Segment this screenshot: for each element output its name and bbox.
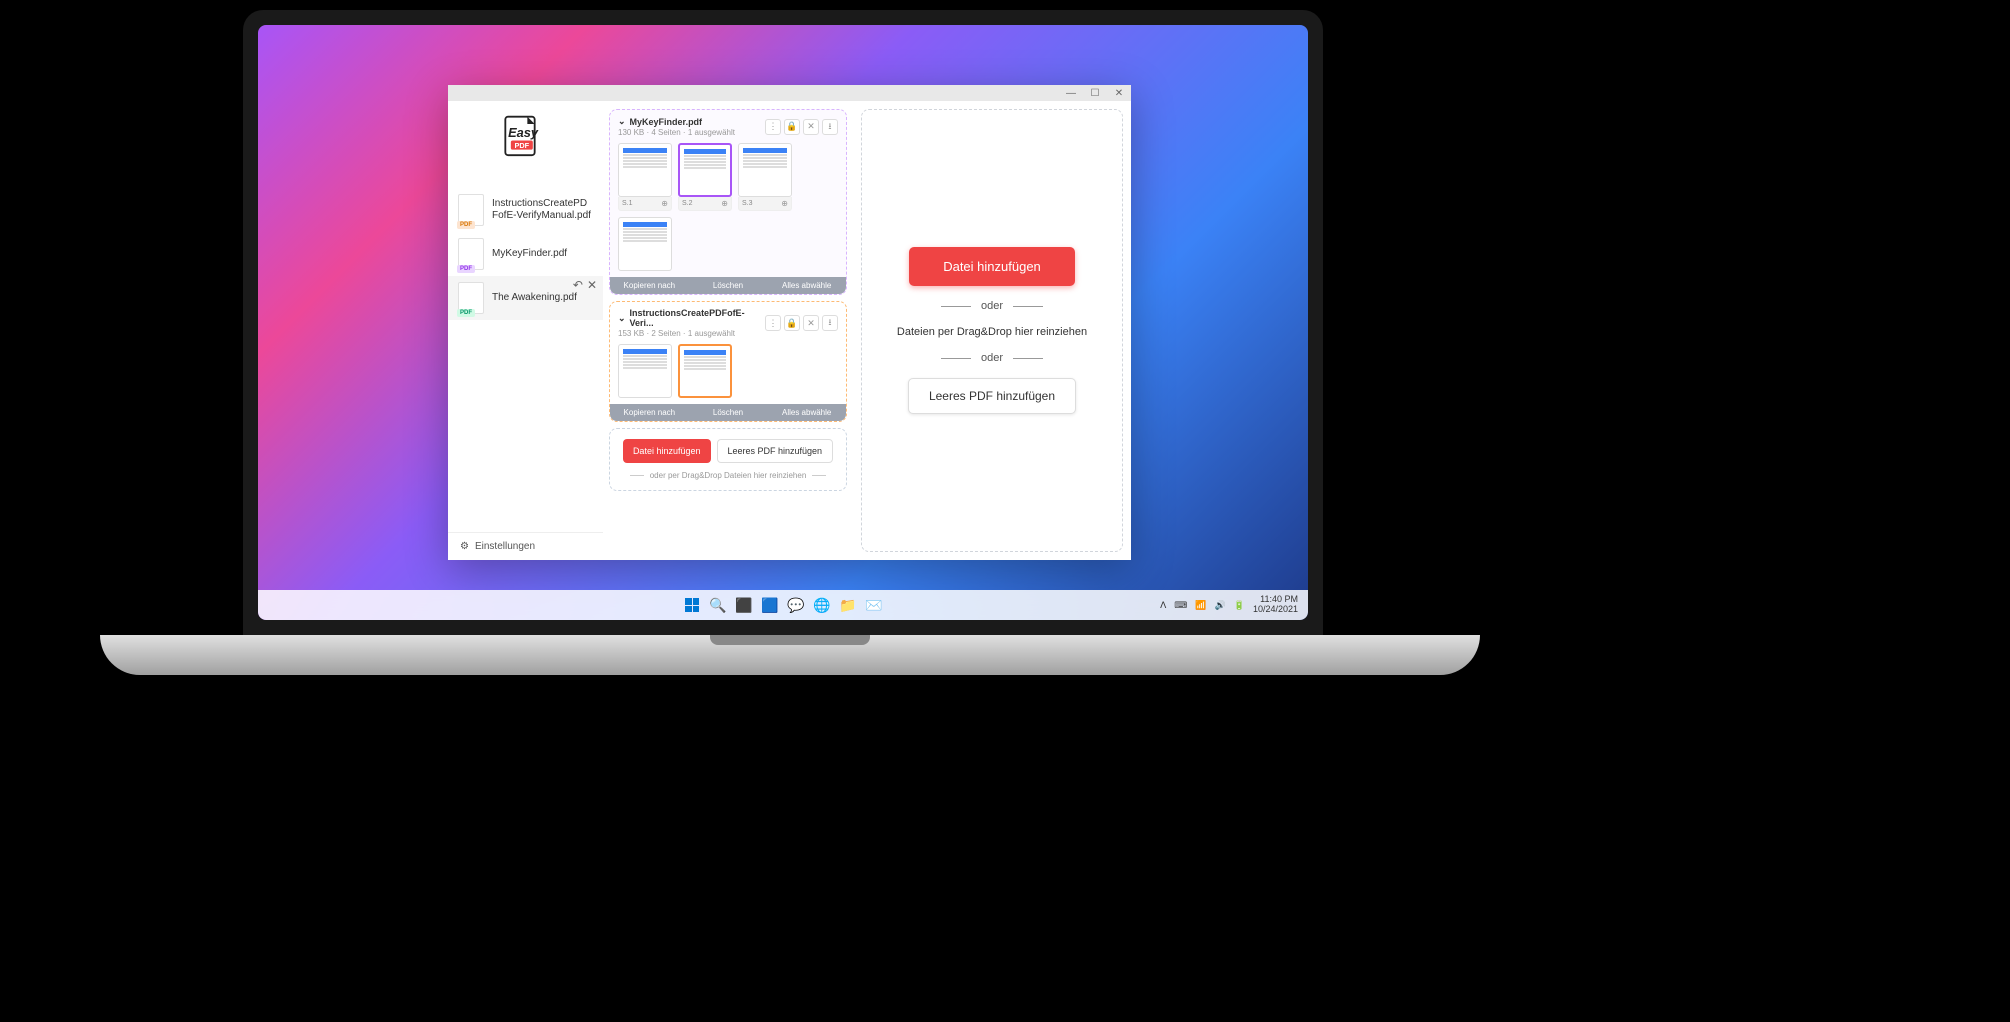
- pdf-badge: PDF: [457, 265, 475, 273]
- file-name-label: MyKeyFinder.pdf: [492, 248, 567, 260]
- explorer-icon[interactable]: 📁: [839, 596, 857, 614]
- date-text: 10/24/2021: [1253, 605, 1298, 615]
- file-thumb-icon: PDF: [458, 282, 484, 314]
- edge-icon[interactable]: 🌐: [813, 596, 831, 614]
- laptop-frame: — ☐ ✕ Easy PDF: [243, 10, 1323, 635]
- gear-icon: ⚙: [460, 541, 469, 552]
- sidebar-file-item[interactable]: PDF MyKeyFinder.pdf: [448, 232, 603, 276]
- add-file-button[interactable]: Datei hinzufügen: [909, 247, 1075, 286]
- tray-keyboard-icon[interactable]: ⌨: [1174, 600, 1187, 611]
- widgets-icon[interactable]: 🟦: [761, 596, 779, 614]
- volume-icon[interactable]: 🔊: [1215, 600, 1226, 611]
- easypdf-window: — ☐ ✕ Easy PDF: [448, 85, 1131, 560]
- tray-chevron-icon[interactable]: ᐱ: [1160, 600, 1166, 611]
- easypdf-logo-icon: Easy PDF: [498, 113, 553, 168]
- remove-icon[interactable]: ✕: [803, 119, 819, 135]
- desktop-screen: — ☐ ✕ Easy PDF: [258, 25, 1308, 620]
- download-icon[interactable]: ⭳: [822, 119, 838, 135]
- delete-button[interactable]: Löschen: [689, 277, 768, 294]
- zoom-icon[interactable]: ⊕: [781, 199, 788, 208]
- chat-icon[interactable]: 💬: [787, 596, 805, 614]
- sidebar: Easy PDF PDF InstructionsCreatePDFofE-Ve…: [448, 101, 603, 560]
- close-file-icon[interactable]: ✕: [587, 278, 597, 292]
- settings-label: Einstellungen: [475, 541, 535, 552]
- drag-drop-hint: oder per Drag&Drop Dateien hier reinzieh…: [618, 471, 838, 480]
- drag-drop-text: Dateien per Drag&Drop hier reinziehen: [897, 326, 1087, 338]
- document-card: ⌄ MyKeyFinder.pdf 130 KB · 4 Seiten · 1 …: [609, 109, 847, 295]
- add-empty-pdf-button-small[interactable]: Leeres PDF hinzufügen: [717, 439, 834, 463]
- file-thumb-icon: PDF: [458, 238, 484, 270]
- remove-icon[interactable]: ✕: [803, 315, 819, 331]
- search-icon[interactable]: 🔍: [709, 596, 727, 614]
- download-icon[interactable]: ⭳: [822, 315, 838, 331]
- close-button[interactable]: ✕: [1107, 85, 1131, 101]
- file-name-label: The Awakening.pdf: [492, 292, 577, 304]
- page-thumbnail[interactable]: [618, 344, 672, 398]
- chevron-down-icon: ⌄: [618, 313, 626, 324]
- page-thumbnail[interactable]: S.3 ⊕: [738, 143, 792, 211]
- pdf-badge: PDF: [457, 221, 475, 229]
- zoom-icon[interactable]: ⊕: [661, 199, 668, 208]
- taskbar: 🔍 ⬛ 🟦 💬 🌐 📁 ✉️ ᐱ ⌨ 📶 🔊 🔋 11:40 PM 10/24/…: [258, 590, 1308, 620]
- page-label: S.1: [622, 200, 633, 207]
- titlebar: — ☐ ✕: [448, 85, 1131, 101]
- drop-zone[interactable]: Datei hinzufügen oder Dateien per Drag&D…: [861, 109, 1123, 552]
- sidebar-file-item[interactable]: PDF The Awakening.pdf ↶ ✕: [448, 276, 603, 320]
- add-file-button-small[interactable]: Datei hinzufügen: [623, 439, 711, 463]
- document-card: ⌄ InstructionsCreatePDFofE-Veri... 153 K…: [609, 301, 847, 422]
- lock-icon[interactable]: 🔒: [784, 315, 800, 331]
- page-thumbnail[interactable]: [678, 344, 732, 398]
- page-thumbnail[interactable]: S.2 ⊕: [678, 143, 732, 211]
- deselect-all-button[interactable]: Alles abwähle: [767, 277, 846, 294]
- clock[interactable]: 11:40 PM 10/24/2021: [1253, 595, 1298, 615]
- file-name-label: InstructionsCreatePDFofE-VerifyManual.pd…: [492, 198, 593, 222]
- settings-button[interactable]: ⚙ Einstellungen: [448, 532, 603, 560]
- or-separator-2: oder: [941, 352, 1043, 364]
- add-empty-pdf-button[interactable]: Leeres PDF hinzufügen: [908, 378, 1076, 414]
- document-meta: 153 KB · 2 Seiten · 1 ausgewählt: [618, 329, 765, 338]
- zoom-icon[interactable]: ⊕: [721, 199, 728, 208]
- laptop-base: [100, 635, 1480, 675]
- logo-area: Easy PDF: [448, 101, 603, 188]
- task-view-icon[interactable]: ⬛: [735, 596, 753, 614]
- document-meta: 130 KB · 4 Seiten · 1 ausgewählt: [618, 128, 765, 137]
- page-label: S.2: [682, 200, 693, 207]
- sidebar-file-item[interactable]: PDF InstructionsCreatePDFofE-VerifyManua…: [448, 188, 603, 232]
- or-separator-1: oder: [941, 300, 1043, 312]
- undo-icon[interactable]: ↶: [573, 278, 583, 292]
- chevron-down-icon: ⌄: [618, 116, 626, 127]
- page-thumbnail[interactable]: S.1 ⊕: [618, 143, 672, 211]
- laptop-notch: [710, 635, 870, 645]
- copy-to-button[interactable]: Kopieren nach: [610, 404, 689, 421]
- center-panel: ⌄ MyKeyFinder.pdf 130 KB · 4 Seiten · 1 …: [603, 101, 853, 560]
- maximize-button[interactable]: ☐: [1083, 85, 1107, 101]
- deselect-all-button[interactable]: Alles abwähle: [767, 404, 846, 421]
- right-panel: Datei hinzufügen oder Dateien per Drag&D…: [853, 101, 1131, 560]
- more-options-icon[interactable]: ⋮: [765, 119, 781, 135]
- start-button[interactable]: [683, 596, 701, 614]
- add-document-card: Datei hinzufügen Leeres PDF hinzufügen o…: [609, 428, 847, 491]
- wifi-icon[interactable]: 📶: [1195, 600, 1206, 611]
- copy-to-button[interactable]: Kopieren nach: [610, 277, 689, 294]
- svg-text:PDF: PDF: [515, 141, 530, 150]
- page-thumbnail[interactable]: [618, 217, 672, 271]
- document-title[interactable]: ⌄ InstructionsCreatePDFofE-Veri...: [618, 308, 765, 328]
- battery-icon[interactable]: 🔋: [1234, 600, 1245, 611]
- svg-text:Easy: Easy: [508, 125, 539, 140]
- lock-icon[interactable]: 🔒: [784, 119, 800, 135]
- more-options-icon[interactable]: ⋮: [765, 315, 781, 331]
- page-label: S.3: [742, 200, 753, 207]
- document-title[interactable]: ⌄ MyKeyFinder.pdf: [618, 116, 765, 127]
- pdf-badge: PDF: [457, 309, 475, 317]
- minimize-button[interactable]: —: [1059, 85, 1083, 101]
- file-thumb-icon: PDF: [458, 194, 484, 226]
- delete-button[interactable]: Löschen: [689, 404, 768, 421]
- mail-icon[interactable]: ✉️: [865, 596, 883, 614]
